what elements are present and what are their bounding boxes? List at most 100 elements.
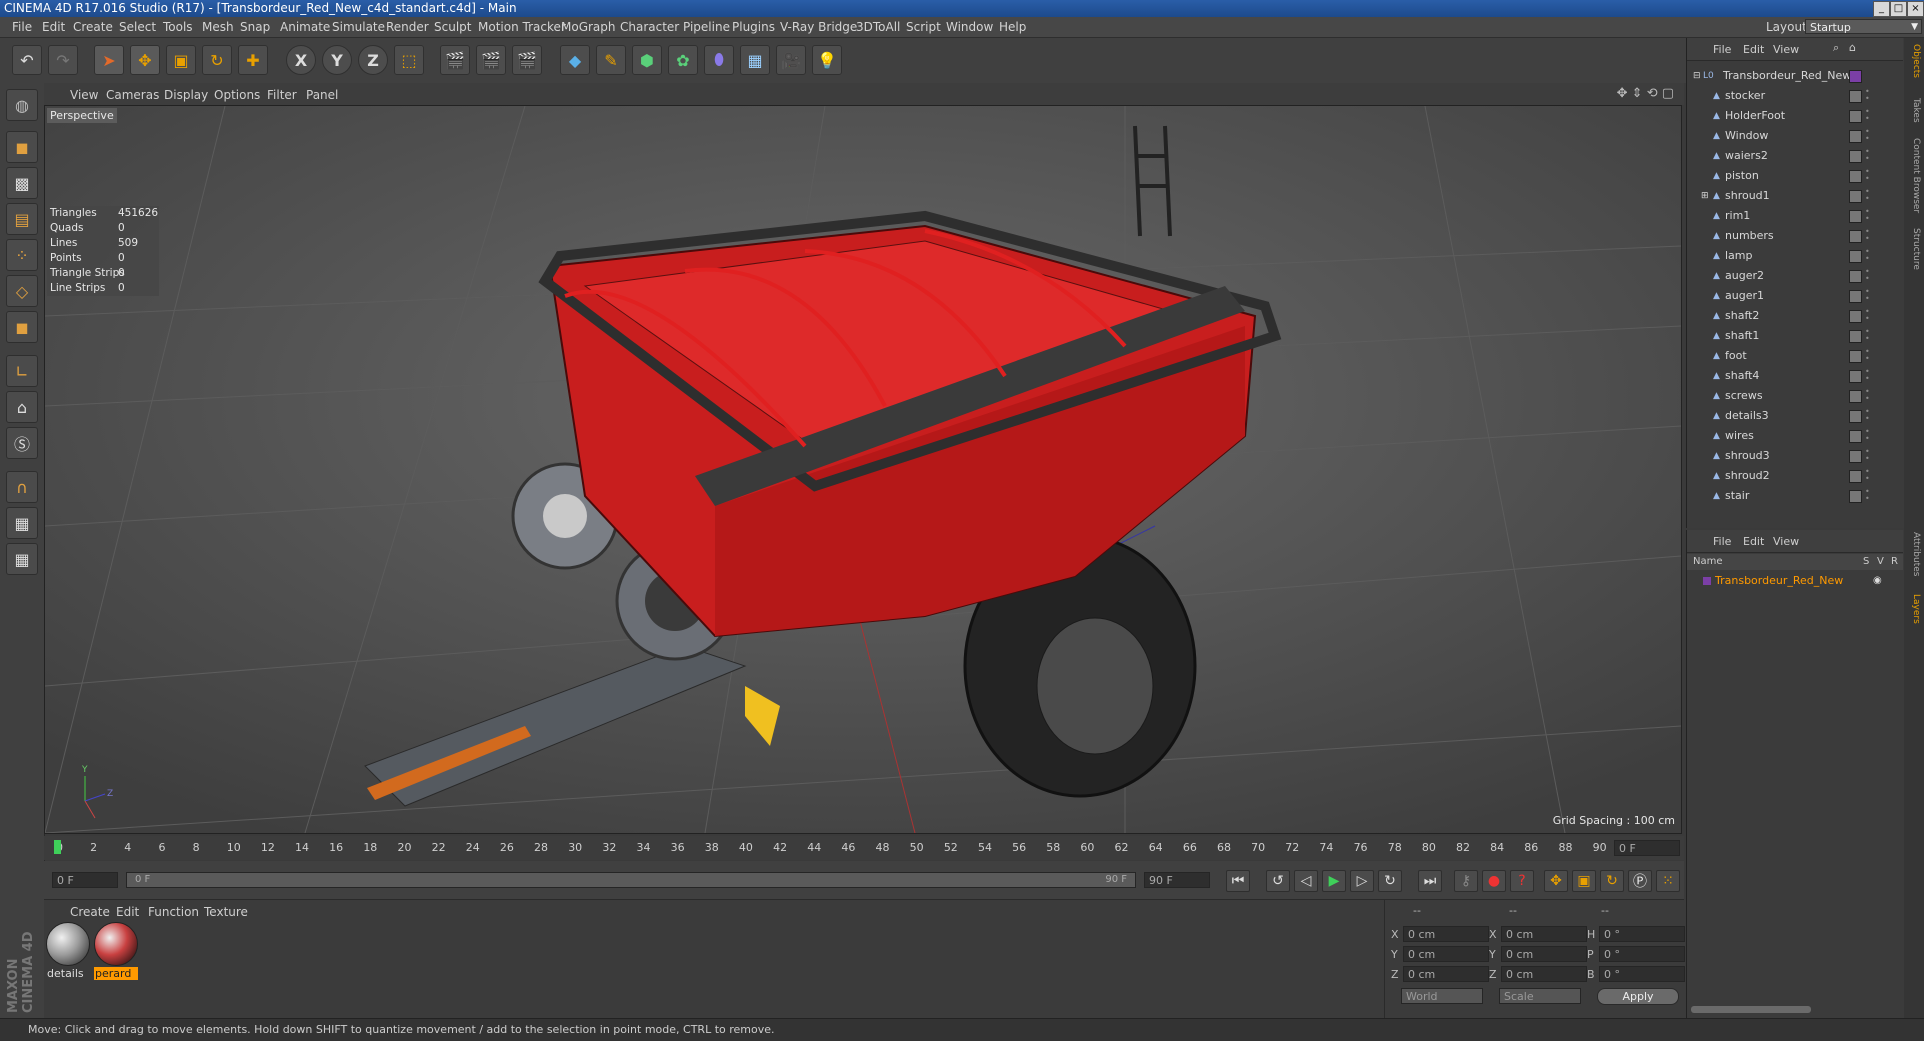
viewport-nav-icons[interactable]: ✥ ⇕ ⟲ ▢	[1617, 86, 1674, 101]
camera-object-button[interactable]: 🎥	[776, 45, 806, 75]
visibility-dots-icon[interactable]: • •	[1865, 388, 1870, 403]
menu-animate[interactable]: Animate	[280, 20, 330, 34]
object-row[interactable]: ▲ rim1 • •	[1687, 206, 1903, 226]
coordinate-space-select[interactable]: World	[1401, 988, 1483, 1004]
current-frame-field[interactable]: 0 F	[1614, 840, 1680, 856]
visibility-dots-icon[interactable]: • •	[1865, 488, 1870, 503]
pos-y-field[interactable]: 0 cm	[1403, 946, 1489, 962]
visibility-checkbox[interactable]	[1849, 170, 1862, 183]
visibility-checkbox[interactable]	[1849, 210, 1862, 223]
visibility-checkbox[interactable]	[1849, 490, 1862, 503]
play-button[interactable]: ▶	[1322, 870, 1346, 892]
menu-3dtoall[interactable]: 3DToAll	[856, 20, 900, 34]
visibility-checkbox[interactable]	[1849, 390, 1862, 403]
axis-z-button[interactable]: Z	[358, 45, 388, 75]
polygons-mode-button[interactable]: ◼	[6, 311, 38, 343]
layers-scrollbar[interactable]	[1691, 1006, 1811, 1013]
planar-workplane-button[interactable]: ▦	[6, 543, 38, 575]
layer-menu-view[interactable]: View	[1773, 535, 1799, 548]
visibility-dots-icon[interactable]: • •	[1865, 88, 1870, 103]
visibility-dots-icon[interactable]: • •	[1865, 308, 1870, 323]
end-frame-field[interactable]: 90 F	[1144, 872, 1210, 888]
visibility-checkbox[interactable]	[1849, 130, 1862, 143]
vp-menu-view[interactable]: View	[70, 88, 98, 102]
menu-character[interactable]: Character	[620, 20, 679, 34]
home-icon[interactable]: ⌂	[1849, 41, 1856, 54]
go-to-next-key-button[interactable]: ↻	[1378, 870, 1402, 892]
object-row[interactable]: ▲ foot • •	[1687, 346, 1903, 366]
mat-menu-edit[interactable]: Edit	[116, 905, 139, 919]
points-mode-button[interactable]: ⁘	[6, 239, 38, 271]
move-tool-button[interactable]: ✥	[130, 45, 160, 75]
visibility-dots-icon[interactable]: • •	[1865, 348, 1870, 363]
key-scale-button[interactable]: ▣	[1572, 870, 1596, 892]
menu-create[interactable]: Create	[73, 20, 113, 34]
key-parameter-button[interactable]: Ⓟ	[1628, 870, 1652, 892]
visibility-dots-icon[interactable]: • •	[1865, 228, 1870, 243]
make-editable-button[interactable]: ◍	[6, 89, 38, 121]
model-mode-button[interactable]: ◼	[6, 131, 38, 163]
size-y-field[interactable]: 0 cm	[1501, 946, 1587, 962]
object-row[interactable]: ▲ numbers • •	[1687, 226, 1903, 246]
mat-menu-texture[interactable]: Texture	[204, 905, 248, 919]
visibility-dots-icon[interactable]: • •	[1865, 328, 1870, 343]
pos-x-field[interactable]: 0 cm	[1403, 926, 1489, 942]
subdivision-surface-button[interactable]: ⬢	[632, 45, 662, 75]
object-row[interactable]: ▲ waiers2 • •	[1687, 146, 1903, 166]
timeline-ruler[interactable]: 0246810121416182022242628303234363840424…	[44, 836, 1684, 860]
visibility-checkbox[interactable]	[1849, 310, 1862, 323]
tab-layers[interactable]: Layers	[1906, 594, 1921, 624]
visibility-dots-icon[interactable]: • •	[1865, 128, 1870, 143]
light-object-button[interactable]: 💡	[812, 45, 842, 75]
vp-menu-options[interactable]: Options	[214, 88, 260, 102]
scale-tool-button[interactable]: ▣	[166, 45, 196, 75]
size-mode-select[interactable]: Scale	[1499, 988, 1581, 1004]
menu-vray-bridge[interactable]: V-Ray Bridge	[780, 20, 857, 34]
object-row[interactable]: ▲ Window • •	[1687, 126, 1903, 146]
record-active-objects-button[interactable]: ⚷	[1454, 870, 1478, 892]
menu-render[interactable]: Render	[386, 20, 429, 34]
visibility-checkbox[interactable]	[1849, 350, 1862, 363]
visibility-checkbox[interactable]	[1849, 470, 1862, 483]
minimize-button[interactable]: _	[1873, 1, 1890, 17]
undo-button[interactable]: ↶	[12, 45, 42, 75]
menu-mograph[interactable]: MoGraph	[561, 20, 616, 34]
visibility-checkbox[interactable]	[1849, 230, 1862, 243]
visibility-checkbox[interactable]	[1849, 150, 1862, 163]
eye-icon[interactable]: ◉	[1873, 572, 1882, 590]
go-to-end-button[interactable]: ⏭	[1418, 870, 1442, 892]
tab-attributes[interactable]: Attributes	[1906, 532, 1921, 576]
material-details[interactable]: details	[46, 922, 90, 980]
menu-plugins[interactable]: Plugins	[732, 20, 775, 34]
maximize-button[interactable]: □	[1890, 1, 1907, 17]
visibility-dots-icon[interactable]: • •	[1865, 288, 1870, 303]
rotate-tool-button[interactable]: ↻	[202, 45, 232, 75]
range-slider[interactable]: 0 F 90 F	[126, 872, 1136, 888]
key-position-button[interactable]: ✥	[1544, 870, 1568, 892]
visibility-dots-icon[interactable]: • •	[1865, 248, 1870, 263]
object-row[interactable]: ▲ HolderFoot • •	[1687, 106, 1903, 126]
object-row[interactable]: ▲ lamp • •	[1687, 246, 1903, 266]
object-row[interactable]: ▲ details3 • •	[1687, 406, 1903, 426]
start-frame-field[interactable]: 0 F	[52, 872, 118, 888]
mat-menu-create[interactable]: Create	[70, 905, 110, 919]
visibility-checkbox[interactable]	[1849, 290, 1862, 303]
object-row[interactable]: ▲ shroud2 • •	[1687, 466, 1903, 486]
visibility-dots-icon[interactable]: • •	[1865, 268, 1870, 283]
snap-button[interactable]: ∩	[6, 471, 38, 503]
visibility-checkbox[interactable]	[1849, 450, 1862, 463]
transform-tool-button[interactable]: ✚	[238, 45, 268, 75]
object-row[interactable]: ▲ shaft4 • •	[1687, 366, 1903, 386]
collapse-icon[interactable]: ⊟	[1693, 66, 1701, 86]
cloner-button[interactable]: ✿	[668, 45, 698, 75]
menu-file[interactable]: File	[12, 20, 32, 34]
object-row[interactable]: ▲ auger2 • •	[1687, 266, 1903, 286]
material-perard[interactable]: perard	[94, 922, 138, 980]
visibility-dots-icon[interactable]: • •	[1865, 168, 1870, 183]
visibility-checkbox[interactable]	[1849, 330, 1862, 343]
vp-menu-filter[interactable]: Filter	[267, 88, 297, 102]
menu-sculpt[interactable]: Sculpt	[434, 20, 471, 34]
object-row[interactable]: ▲ piston • •	[1687, 166, 1903, 186]
menu-help[interactable]: Help	[999, 20, 1026, 34]
object-row[interactable]: ▲ screws • •	[1687, 386, 1903, 406]
